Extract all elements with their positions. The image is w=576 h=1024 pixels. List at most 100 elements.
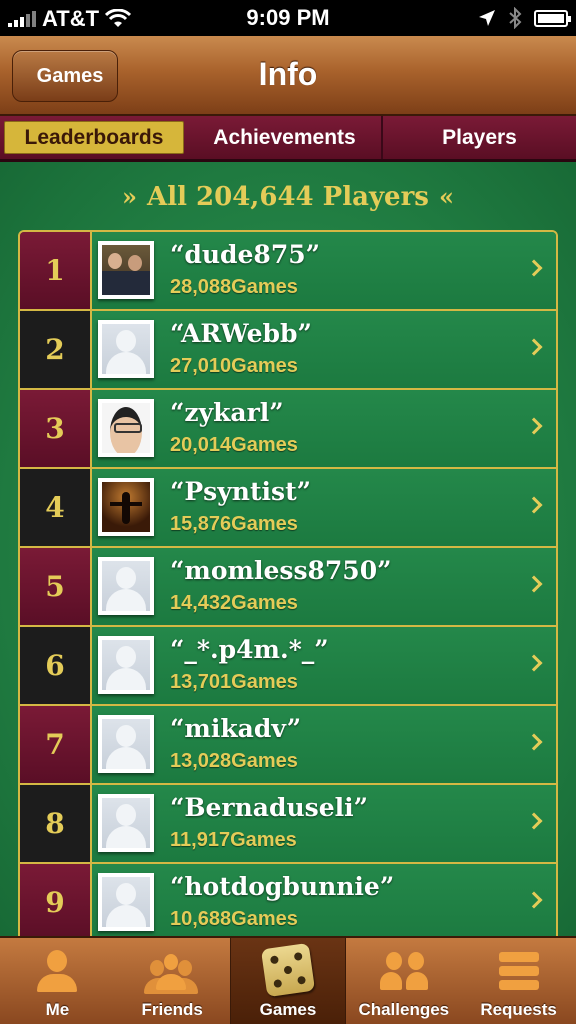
chevron-right-icon — [525, 496, 543, 514]
bottom-tab-bar: Me Friends Games Challenges Requests — [0, 936, 576, 1024]
rank-number: 5 — [20, 548, 92, 625]
row-body: “momless8750” 14,432Games — [92, 548, 556, 625]
requests-icon — [495, 946, 543, 994]
rank-number: 6 — [20, 627, 92, 704]
friends-icon — [148, 946, 196, 994]
player-name: “hotdogbunnie” — [170, 872, 395, 901]
chevron-right-icon — [525, 654, 543, 672]
player-photo-icon — [102, 245, 150, 295]
player-score: 15,876Games — [170, 513, 298, 535]
player-score: 13,701Games — [170, 671, 298, 693]
avatar — [98, 320, 154, 378]
leaderboard-area: » All 204,644 Players « 1 “dude875” 28,088… — [0, 162, 576, 936]
navigation-bar: Games Info — [0, 36, 576, 116]
chevron-right-icon — [525, 338, 543, 356]
row-body: “_*.p4m.*_” 13,701Games — [92, 627, 556, 704]
default-avatar-icon — [102, 561, 150, 611]
row-body: “ARWebb” 27,010Games — [92, 311, 556, 388]
avatar — [98, 478, 154, 536]
tab-players[interactable]: Players — [383, 116, 576, 159]
ornament-right-icon: « — [438, 182, 454, 211]
tab-label: Friends — [141, 1000, 203, 1019]
player-photo-icon — [102, 403, 150, 453]
player-name: “dude875” — [170, 240, 320, 269]
leaderboard-row[interactable]: 4 “Psyntist” 15,876Games — [20, 469, 556, 548]
segmented-control: Leaderboards Achievements Players — [0, 116, 576, 162]
player-name: “mikadv” — [170, 714, 302, 743]
leaderboard-row[interactable]: 1 “dude875” 28,088Games — [20, 232, 556, 311]
tab-requests[interactable]: Requests — [461, 938, 576, 1024]
avatar — [98, 399, 154, 457]
player-name: “Bernaduseli” — [170, 793, 368, 822]
chevron-right-icon — [525, 259, 543, 277]
player-score: 28,088Games — [170, 276, 298, 298]
me-icon — [33, 946, 81, 994]
tab-games[interactable]: Games — [229, 938, 347, 1024]
rank-number: 9 — [20, 864, 92, 936]
leaderboard-row[interactable]: 8 “Bernaduseli” 11,917Games — [20, 785, 556, 864]
row-body: “Psyntist” 15,876Games — [92, 469, 556, 546]
tab-leaderboards[interactable]: Leaderboards — [4, 121, 184, 154]
player-score: 13,028Games — [170, 750, 298, 772]
player-score: 11,917Games — [170, 829, 297, 851]
row-body: “zykarl” 20,014Games — [92, 390, 556, 467]
avatar — [98, 715, 154, 773]
tab-label: Me — [45, 1000, 70, 1019]
avatar — [98, 794, 154, 852]
leaderboard-row[interactable]: 9 “hotdogbunnie” 10,688Games — [20, 864, 556, 936]
default-avatar-icon — [102, 324, 150, 374]
tab-label: Games — [259, 1000, 317, 1019]
tab-me[interactable]: Me — [0, 938, 115, 1024]
leaderboard-row[interactable]: 3 “zykarl” 20,014Games — [20, 390, 556, 469]
tab-challenges[interactable]: Challenges — [346, 938, 461, 1024]
tab-label: Requests — [480, 1000, 557, 1019]
rank-number: 3 — [20, 390, 92, 467]
player-score: 14,432Games — [170, 592, 298, 614]
player-score: 20,014Games — [170, 434, 298, 456]
leaderboard-row[interactable]: 2 “ARWebb” 27,010Games — [20, 311, 556, 390]
challenges-icon — [379, 946, 428, 994]
chevron-right-icon — [525, 733, 543, 751]
rank-number: 4 — [20, 469, 92, 546]
default-avatar-icon — [102, 640, 150, 690]
chevron-right-icon — [525, 812, 543, 830]
tab-friends[interactable]: Friends — [115, 938, 230, 1024]
player-name: “_*.p4m.*_” — [170, 635, 329, 664]
leaderboard-row[interactable]: 7 “mikadv” 13,028Games — [20, 706, 556, 785]
row-body: “hotdogbunnie” 10,688Games — [92, 864, 556, 936]
players-count-title: All 204,644 Players — [147, 182, 429, 212]
row-body: “dude875” 28,088Games — [92, 232, 556, 309]
leaderboard-row[interactable]: 6 “_*.p4m.*_” 13,701Games — [20, 627, 556, 706]
rank-number: 8 — [20, 785, 92, 862]
status-bar: AT&T 9:09 PM — [0, 0, 576, 36]
games-dice-icon — [260, 942, 316, 998]
default-avatar-icon — [102, 798, 150, 848]
avatar — [98, 557, 154, 615]
rank-number: 7 — [20, 706, 92, 783]
page-title: Info — [258, 56, 318, 92]
avatar — [98, 241, 154, 299]
rank-number: 1 — [20, 232, 92, 309]
ornament-left-icon: » — [122, 182, 138, 211]
player-score: 27,010Games — [170, 355, 298, 377]
chevron-right-icon — [525, 891, 543, 909]
player-name: “momless8750” — [170, 556, 392, 585]
player-name: “ARWebb” — [170, 319, 312, 348]
player-photo-icon — [102, 482, 150, 532]
leaderboard-row[interactable]: 5 “momless8750” 14,432Games — [20, 548, 556, 627]
player-name: “Psyntist” — [170, 477, 312, 506]
rank-number: 2 — [20, 311, 92, 388]
default-avatar-icon — [102, 877, 150, 927]
bluetooth-icon — [509, 7, 522, 29]
chevron-right-icon — [525, 575, 543, 593]
tab-label: Challenges — [358, 1000, 450, 1019]
location-arrow-icon — [479, 10, 495, 26]
status-right — [478, 7, 571, 29]
player-name: “zykarl” — [170, 398, 284, 427]
row-body: “mikadv” 13,028Games — [92, 706, 556, 783]
leaderboard-header: » All 204,644 Players « — [0, 182, 576, 212]
tab-achievements[interactable]: Achievements — [188, 116, 383, 159]
player-score: 10,688Games — [170, 908, 298, 930]
leaderboard-list: 1 “dude875” 28,088Games 2 “ARWebb” 27,01… — [18, 230, 558, 936]
row-body: “Bernaduseli” 11,917Games — [92, 785, 556, 862]
